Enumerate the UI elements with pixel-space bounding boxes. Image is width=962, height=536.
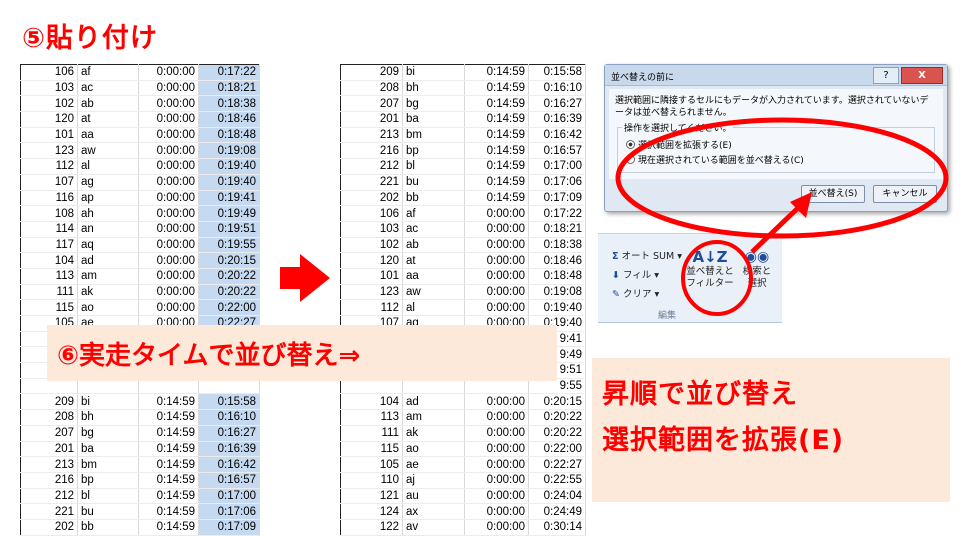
pointer-arrow-line [750, 204, 802, 254]
annotation-overlay [615, 117, 949, 316]
sort-button-highlight-circle [681, 240, 753, 316]
dialog-highlight-ellipse [615, 117, 949, 239]
